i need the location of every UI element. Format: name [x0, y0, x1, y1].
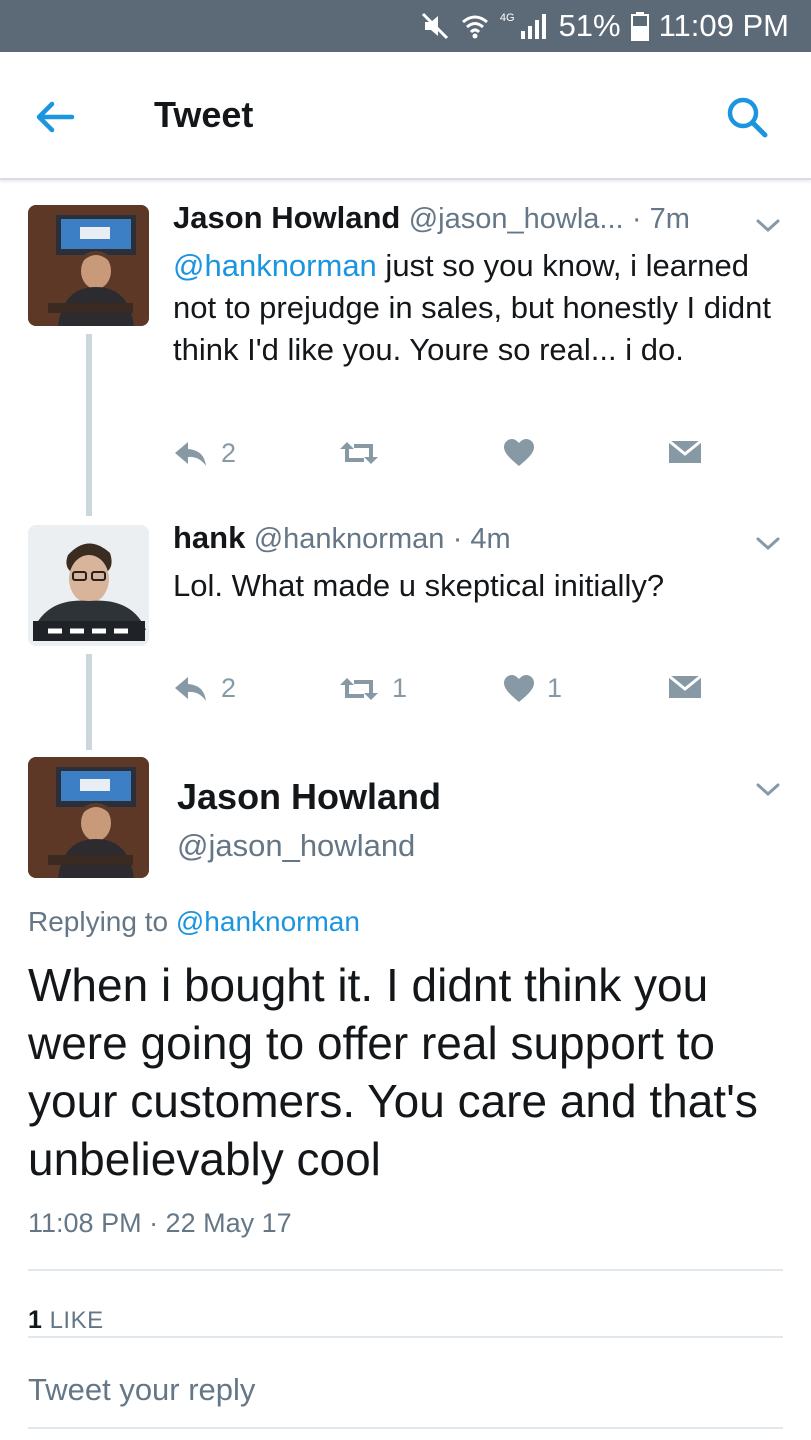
reply-input[interactable]: Tweet your reply: [28, 1372, 255, 1408]
retweet-button[interactable]: [338, 438, 392, 468]
back-button[interactable]: [30, 92, 80, 142]
envelope-icon: [668, 439, 702, 463]
thread-line: [86, 654, 92, 750]
reply-icon: [175, 676, 206, 701]
author-name[interactable]: Jason Howland: [173, 200, 400, 235]
retweet-icon: [340, 442, 378, 464]
author-name[interactable]: hank: [173, 520, 245, 555]
like-button[interactable]: 1: [503, 673, 562, 704]
likes-count: 1: [28, 1306, 43, 1334]
signal-icon: [519, 11, 549, 41]
mention-link[interactable]: @hanknorman: [176, 906, 360, 937]
author-handle[interactable]: @jason_howland: [177, 828, 415, 864]
replying-prefix: Replying to: [28, 906, 176, 937]
divider: [28, 1336, 783, 1338]
chevron-down-icon[interactable]: [755, 536, 781, 552]
envelope-icon: [668, 674, 702, 698]
reply-button[interactable]: 2: [173, 438, 236, 469]
focus-tweet-text: When i bought it. I didnt think you were…: [28, 959, 758, 1185]
replying-to: Replying to @hanknorman: [28, 906, 360, 938]
network-type: 4G: [499, 12, 515, 24]
tweet-actions: 2: [173, 438, 713, 472]
tweet-text: @hanknorman just so you know, i learned …: [173, 245, 783, 371]
divider: [28, 1269, 783, 1271]
likes-summary[interactable]: 1 LIKE: [28, 1306, 104, 1335]
tweet-header: hank @hanknorman · 4m: [173, 520, 511, 556]
direct-message-button[interactable]: [668, 673, 702, 701]
like-count: 1: [547, 673, 563, 703]
avatar[interactable]: [28, 525, 149, 646]
tweet-time: · 7m: [631, 203, 690, 235]
wifi-icon: [460, 11, 490, 41]
reply-count: 2: [221, 673, 237, 703]
heart-icon: [504, 439, 534, 466]
reply-icon: [175, 441, 206, 466]
tweet-text: Lol. What made u skeptical initially?: [173, 568, 665, 603]
likes-label: LIKE: [49, 1307, 104, 1334]
like-button[interactable]: [503, 438, 547, 468]
author-name[interactable]: Jason Howland: [177, 776, 441, 818]
reply-button[interactable]: 2: [173, 673, 236, 704]
arrow-left-icon: [36, 101, 75, 133]
search-button[interactable]: [722, 92, 772, 142]
tweet-time: · 4m: [452, 523, 511, 555]
mention-link[interactable]: @hanknorman: [173, 248, 377, 283]
page-title: Tweet: [154, 94, 254, 135]
retweet-count: 1: [392, 673, 408, 703]
tweet-header: Jason Howland @jason_howla... · 7m: [173, 200, 690, 236]
divider: [28, 1427, 783, 1429]
search-icon: [727, 97, 768, 138]
retweet-button[interactable]: 1: [338, 673, 407, 704]
tweet-actions: 2 1 1: [173, 673, 713, 707]
mute-icon: [420, 11, 450, 41]
reply-count: 2: [221, 438, 237, 468]
clock: 11:09 PM: [658, 8, 789, 43]
avatar[interactable]: [28, 205, 149, 326]
chevron-down-icon[interactable]: [755, 218, 781, 234]
battery-icon: [630, 11, 649, 41]
battery-percent: 51%: [558, 8, 621, 43]
thread-line: [86, 334, 92, 516]
status-bar: 4G 51% 11:09 PM: [0, 0, 811, 52]
avatar[interactable]: [28, 757, 149, 878]
tweet-timestamp: 11:08 PM · 22 May 17: [28, 1208, 292, 1238]
app-bar: Tweet: [0, 52, 811, 180]
retweet-icon: [340, 677, 378, 700]
author-handle[interactable]: @jason_howla...: [409, 203, 624, 235]
chevron-down-icon[interactable]: [755, 782, 781, 798]
heart-icon: [504, 674, 534, 702]
author-handle[interactable]: @hanknorman: [254, 523, 445, 555]
direct-message-button[interactable]: [668, 438, 702, 466]
